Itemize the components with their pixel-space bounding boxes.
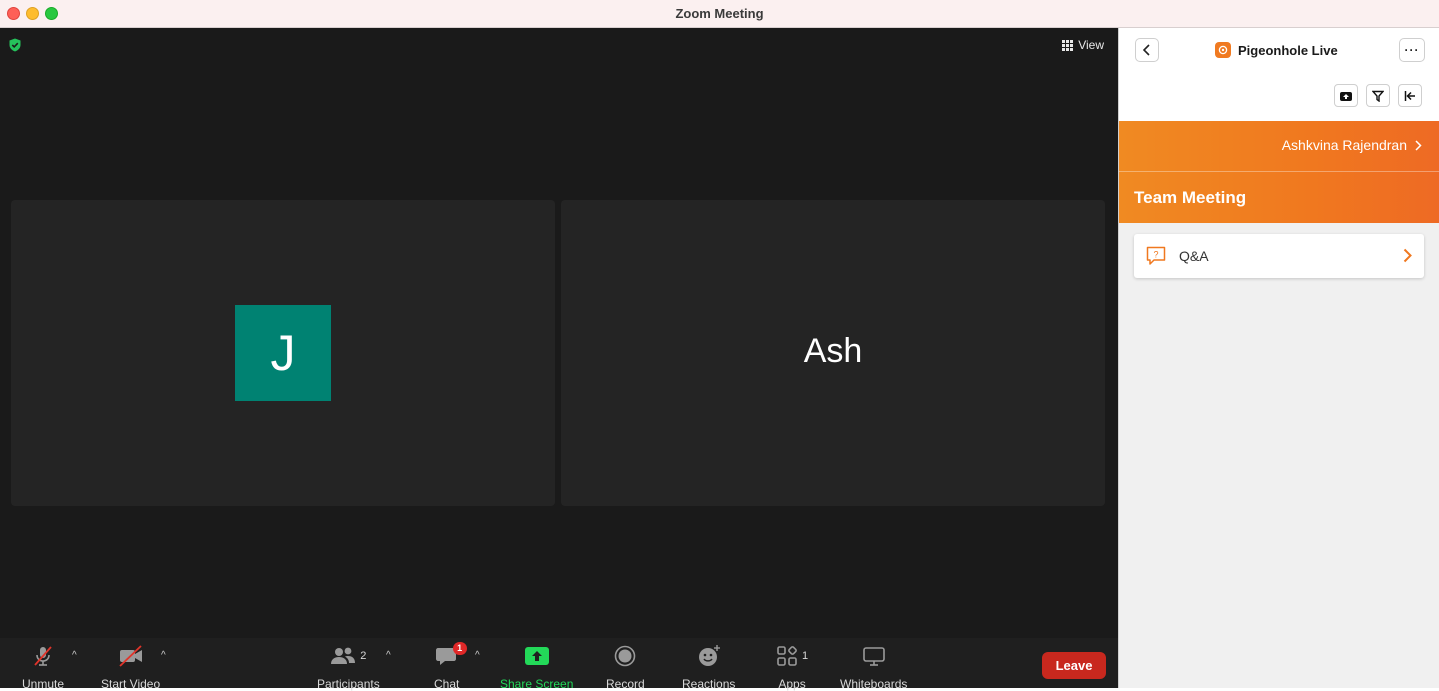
app-name: Pigeonhole Live [1238,42,1338,58]
qa-card[interactable]: ? Q&A [1134,234,1424,278]
apps-button[interactable]: 1 Apps [776,644,808,691]
meeting-area: View J Ash Unmute ^ Start Video ^ 2 Part… [0,28,1118,691]
participant-name: Ash [803,332,863,370]
record-icon [615,645,636,667]
participant-tile-ash[interactable]: Ash [561,200,1105,506]
filter-button[interactable] [1366,84,1390,107]
qa-label: Q&A [1179,248,1209,264]
share-screen-button[interactable]: Share Screen [500,644,573,691]
band-divider [1119,171,1439,172]
participants-icon [331,647,356,664]
user-profile-link[interactable]: Ashkvina Rajendran [1282,137,1422,153]
avatar: J [235,305,331,401]
meeting-title: Team Meeting [1134,188,1247,207]
leave-button[interactable]: Leave [1042,652,1106,679]
start-video-button[interactable]: Start Video [101,644,160,691]
window-titlebar: Zoom Meeting [0,0,1439,28]
record-button[interactable]: Record [606,644,645,691]
window-title: Zoom Meeting [675,6,764,21]
microphone-muted-icon [34,646,52,666]
chat-badge: 1 [452,642,467,655]
meeting-toolbar: Unmute ^ Start Video ^ 2 Participants ^ … [0,638,1118,691]
unmute-button[interactable]: Unmute [22,644,64,691]
apps-count: 1 [802,650,809,662]
app-title: Pigeonhole Live [1215,42,1338,58]
event-header-band: Ashkvina Rajendran Team Meeting [1119,121,1439,223]
ellipsis-icon: ··· [1404,43,1420,57]
back-button[interactable] [1135,38,1159,62]
chevron-right-icon [1415,139,1422,151]
panel-header: Pigeonhole Live ··· [1119,28,1439,121]
participants-count: 2 [360,650,367,662]
collapse-left-icon [1404,90,1415,101]
user-name: Ashkvina Rajendran [1281,137,1407,153]
apps-icon [777,646,797,666]
whiteboard-icon [862,647,885,666]
upload-icon [1340,91,1352,101]
view-button[interactable]: View [1062,38,1104,52]
video-options-caret[interactable]: ^ [161,650,166,661]
filter-icon [1372,90,1384,102]
pigeonhole-logo-icon [1215,42,1231,58]
participants-button[interactable]: 2 Participants [317,644,380,691]
camera-off-icon [118,645,142,667]
reactions-icon [698,645,720,666]
more-options-button[interactable]: ··· [1399,38,1425,62]
grid-icon [1062,39,1074,51]
question-bubble-icon: ? [1146,246,1166,265]
reactions-button[interactable]: Reactions [682,644,735,691]
participants-options-caret[interactable]: ^ [386,650,391,661]
chat-options-caret[interactable]: ^ [475,650,480,661]
chevron-left-icon [1142,44,1150,56]
shield-check-icon[interactable] [8,38,22,52]
share-screen-icon [524,647,549,665]
view-label: View [1078,38,1104,52]
audio-options-caret[interactable]: ^ [72,650,77,661]
whiteboards-button[interactable]: Whiteboards [840,644,907,691]
upload-button[interactable] [1334,84,1358,107]
participant-tile-j[interactable]: J [11,200,555,506]
chevron-right-icon [1403,248,1412,263]
collapse-button[interactable] [1398,84,1422,107]
chat-button[interactable]: 1 Chat [434,642,467,691]
pigeonhole-panel: Pigeonhole Live ··· Ashkvina Rajendran T… [1118,28,1439,688]
svg-text:?: ? [1153,250,1158,260]
